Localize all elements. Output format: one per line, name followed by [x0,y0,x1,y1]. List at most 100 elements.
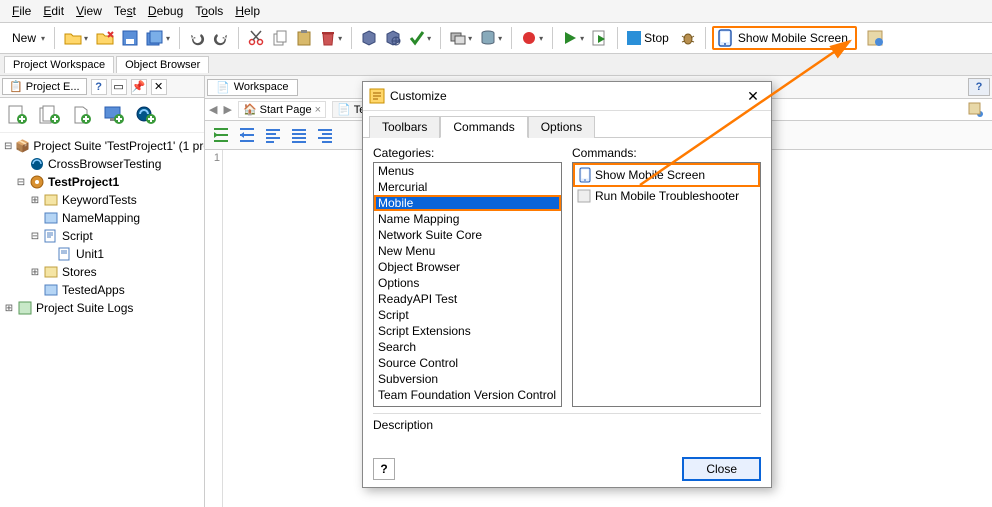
undo-icon[interactable] [186,26,208,50]
category-item[interactable]: Script [374,307,561,323]
menu-help[interactable]: Help [229,2,266,20]
category-item[interactable]: Source Control [374,355,561,371]
tree-cbt[interactable]: CrossBrowserTesting [2,155,202,173]
menu-view[interactable]: View [70,2,108,20]
dlg-tab-toolbars[interactable]: Toolbars [369,116,440,138]
side-pin-icon[interactable]: 📌 [131,79,147,95]
toolbar-extra-icon[interactable] [863,27,887,49]
tree-unit1[interactable]: Unit1 [2,245,202,263]
tree-stores[interactable]: ⊞Stores [2,263,202,281]
tab-start-page[interactable]: 🏠 Start Page × [238,101,326,118]
edit-indent-right-icon[interactable] [209,123,233,147]
cube-icon[interactable] [358,26,380,50]
dlg-tab-options[interactable]: Options [528,116,595,138]
dialog-help-icon[interactable]: ? [373,458,395,480]
dlg-tab-commands[interactable]: Commands [440,116,527,138]
command-label: Show Mobile Screen [595,168,705,182]
sidebar: 📋 Project E... ? ▭ 📌 ✕ ⊟📦Project Suite '… [0,76,205,507]
workspace-help-icon[interactable]: ? [968,78,990,96]
tab-gear-icon[interactable] [964,102,988,118]
tree-logs[interactable]: ⊞Project Suite Logs [2,299,202,317]
tree-project[interactable]: ⊟TestProject1 [2,173,202,191]
workspace-tab[interactable]: 📄 Workspace [207,79,298,96]
cube-target-icon[interactable] [382,26,404,50]
tree-namemapping[interactable]: NameMapping [2,209,202,227]
project-tree[interactable]: ⊟📦Project Suite 'TestProject1' (1 pro Cr… [0,133,204,321]
categories-list[interactable]: MenusMercurialMobileName MappingNetwork … [373,162,562,407]
run-page-icon[interactable] [589,26,611,50]
menu-debug[interactable]: Debug [142,2,189,20]
tab-project-workspace[interactable]: Project Workspace [4,56,114,73]
customize-dialog: Customize ✕ Toolbars Commands Options Ca… [362,81,772,488]
command-item[interactable]: Run Mobile Troubleshooter [573,187,760,205]
dialog-close-icon[interactable]: ✕ [741,86,765,106]
redo-icon[interactable] [210,26,232,50]
cut-icon[interactable] [245,26,267,50]
edit-indent-left-icon[interactable] [235,123,259,147]
category-item[interactable]: Menus [374,163,561,179]
category-item[interactable]: ReadyAPI Test [374,291,561,307]
new-button[interactable]: New [6,26,48,50]
commands-label: Commands: [572,146,761,160]
close-folder-icon[interactable] [93,26,117,50]
menu-edit[interactable]: Edit [37,2,70,20]
categories-label: Categories: [373,146,562,160]
tab-close-icon[interactable]: × [315,104,321,116]
edit-lines2-icon[interactable] [287,123,311,147]
record-icon[interactable] [518,26,546,50]
tree-suite[interactable]: ⊟📦Project Suite 'TestProject1' (1 pro [2,137,202,155]
side-close-icon[interactable]: ✕ [151,79,167,95]
screens-icon[interactable] [447,26,475,50]
stop-button[interactable]: Stop [624,26,675,50]
category-item[interactable]: Name Mapping [374,211,561,227]
commands-list[interactable]: Show Mobile Screen Run Mobile Troubleshoo… [572,162,761,407]
ws-nav-left-icon[interactable]: ◀ [209,103,217,116]
menu-file[interactable]: FFileile [6,2,37,20]
save-icon[interactable] [119,26,141,50]
main-toolbar: New Stop Show Mobile Screen [0,23,992,54]
category-item[interactable]: New Menu [374,243,561,259]
edit-lines1-icon[interactable] [261,123,285,147]
category-item[interactable]: Subversion [374,371,561,387]
save-all-icon[interactable] [143,26,173,50]
add-pages-icon[interactable] [36,102,64,128]
category-item[interactable]: Search [374,339,561,355]
side-restore-icon[interactable]: ▭ [111,79,127,95]
checkmark-icon[interactable] [406,26,434,50]
category-item[interactable]: Test Engine [374,403,561,407]
copy-icon[interactable] [269,26,291,50]
menu-test[interactable]: Test [108,2,142,20]
line-number-gutter: 1 [205,150,223,507]
tree-script[interactable]: ⊟Script [2,227,202,245]
menu-tools[interactable]: Tools [189,2,229,20]
delete-icon[interactable] [317,26,345,50]
debug-bug-icon[interactable] [677,26,699,50]
paste-icon[interactable] [293,26,315,50]
close-button[interactable]: Close [682,457,761,481]
category-item[interactable]: Options [374,275,561,291]
side-help-icon[interactable]: ? [91,79,107,95]
category-item[interactable]: Mercurial [374,179,561,195]
generic-icon [577,189,591,203]
side-tab-project-explorer[interactable]: 📋 Project E... [2,78,87,95]
tab-object-browser[interactable]: Object Browser [116,56,209,73]
command-item[interactable]: Show Mobile Screen [573,163,760,187]
add-page-icon[interactable] [4,102,32,128]
category-item[interactable]: Network Suite Core [374,227,561,243]
add-box-icon[interactable] [68,102,96,128]
open-folder-icon[interactable] [61,26,91,50]
command-label: Run Mobile Troubleshooter [595,189,739,203]
database-icon[interactable] [477,26,505,50]
run-icon[interactable] [559,26,587,50]
show-mobile-screen-button[interactable]: Show Mobile Screen [712,26,857,50]
category-item[interactable]: Mobile [374,195,561,211]
add-cbt-icon[interactable] [132,102,160,128]
category-item[interactable]: Script Extensions [374,323,561,339]
edit-lines3-icon[interactable] [313,123,337,147]
category-item[interactable]: Team Foundation Version Control [374,387,561,403]
ws-nav-right-icon[interactable]: ▶ [223,103,231,116]
tree-keywordtests[interactable]: ⊞KeywordTests [2,191,202,209]
category-item[interactable]: Object Browser [374,259,561,275]
add-monitor-icon[interactable] [100,102,128,128]
tree-testedapps[interactable]: TestedApps [2,281,202,299]
